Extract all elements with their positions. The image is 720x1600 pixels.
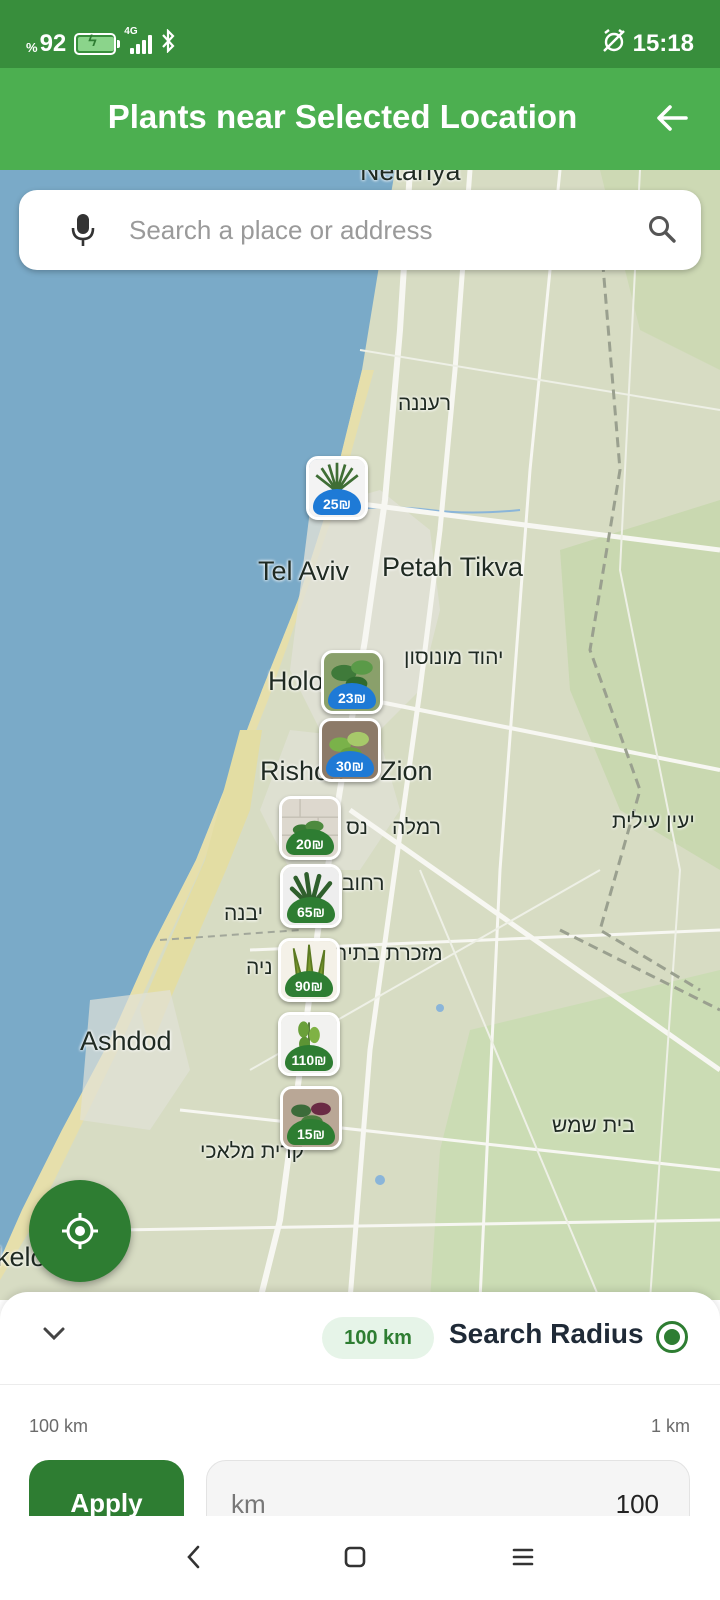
- signal-icon: 4G: [124, 26, 153, 54]
- page-title: Plants near Selected Location: [107, 98, 578, 135]
- plant-marker[interactable]: 23₪: [321, 650, 383, 714]
- place-label: Netanya: [360, 170, 461, 186]
- mic-icon[interactable]: [71, 212, 95, 253]
- place-label: Ashdod: [80, 1026, 172, 1056]
- radius-km-field[interactable]: km 100: [206, 1460, 690, 1516]
- battery-charging-icon: ϟ: [74, 33, 121, 55]
- network-type: 4G: [124, 26, 138, 37]
- place-label: רמלה: [392, 816, 441, 839]
- map-view[interactable]: Netanya רעננה Tel Aviv Petah Tikva יהוד …: [0, 170, 720, 1300]
- place-label: Holo: [268, 666, 324, 696]
- nav-home-icon[interactable]: [340, 1542, 370, 1577]
- km-unit: km: [231, 1489, 266, 1516]
- apply-button[interactable]: Apply: [29, 1460, 184, 1516]
- search-radius-sheet: 100 km Search Radius 100 km 1 km Apply k…: [0, 1292, 720, 1516]
- battery-percent-sign: %: [26, 39, 38, 55]
- divider: [0, 1384, 720, 1385]
- place-label: יהוד מונוסון: [404, 646, 504, 669]
- place-label: Zion: [380, 756, 433, 786]
- plant-marker[interactable]: 65₪: [280, 864, 342, 928]
- back-button[interactable]: [652, 98, 692, 138]
- status-bar: % 92 ϟ 4G 15:18: [0, 0, 720, 68]
- search-bar: [19, 190, 701, 270]
- app-bar: Plants near Selected Location: [0, 68, 720, 170]
- place-label: בית שמש: [552, 1114, 635, 1137]
- nav-back-icon[interactable]: [182, 1542, 206, 1577]
- place-label: Tel Aviv: [258, 556, 350, 586]
- my-location-icon: [62, 1213, 98, 1249]
- nav-menu-icon[interactable]: [508, 1542, 538, 1577]
- search-icon[interactable]: [647, 214, 677, 249]
- alarm-off-icon: [601, 28, 627, 59]
- arrow-back-icon: [657, 105, 688, 131]
- plant-marker[interactable]: 25₪: [306, 456, 368, 520]
- plant-marker[interactable]: 110₪: [278, 1012, 340, 1076]
- radius-chip: 100 km: [322, 1317, 434, 1359]
- bluetooth-icon: [160, 28, 176, 59]
- place-label: רחוב: [342, 872, 385, 895]
- slider-min-label: 1 km: [650, 1416, 690, 1436]
- search-radius-title: Search Radius: [449, 1318, 644, 1349]
- place-label: נס: [346, 816, 368, 839]
- place-label: ניה: [246, 956, 273, 979]
- km-value: 100: [615, 1489, 659, 1516]
- chevron-down-icon[interactable]: [40, 1320, 68, 1353]
- search-input[interactable]: [129, 208, 629, 252]
- place-label: רעננה: [398, 392, 452, 415]
- place-label: יבנה: [224, 902, 264, 925]
- plant-marker[interactable]: 30₪: [319, 718, 381, 782]
- plant-marker[interactable]: 15₪: [280, 1086, 342, 1150]
- battery-level: 92: [39, 30, 67, 57]
- place-label: Petah Tikva: [382, 552, 524, 582]
- status-right: 15:18: [601, 28, 694, 59]
- radius-radio[interactable]: [656, 1321, 688, 1353]
- slider-max-label: 100 km: [29, 1416, 89, 1436]
- status-left: % 92 ϟ 4G: [26, 26, 176, 60]
- place-label: מזכרת בתיר: [336, 942, 443, 965]
- clock: 15:18: [632, 29, 694, 57]
- plant-marker[interactable]: 90₪: [278, 938, 340, 1002]
- system-nav-bar: [0, 1516, 720, 1600]
- place-label: יעין עילית: [612, 810, 695, 833]
- plant-marker[interactable]: 20₪: [279, 796, 341, 860]
- my-location-button[interactable]: [29, 1180, 131, 1282]
